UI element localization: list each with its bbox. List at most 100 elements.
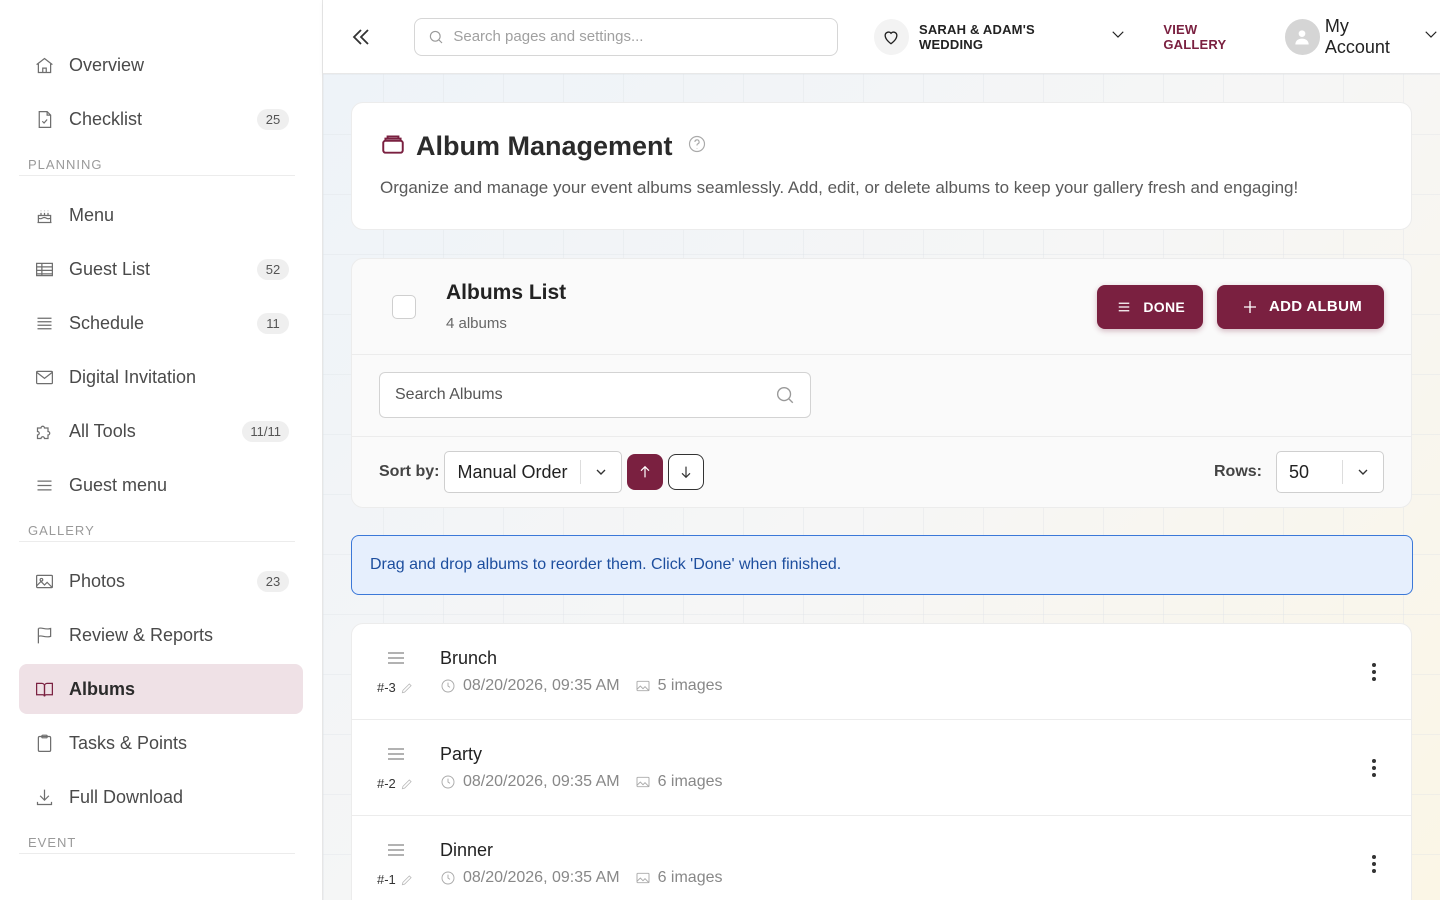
drag-handle-icon[interactable] <box>386 650 406 671</box>
plus-icon <box>1244 300 1257 313</box>
sort-ascending-button[interactable] <box>626 454 663 490</box>
more-options-icon[interactable] <box>1364 852 1384 876</box>
sidebar-item-label: Photos <box>69 570 126 591</box>
sidebar-item-label: Schedule <box>69 312 145 333</box>
download-icon <box>33 786 55 808</box>
sort-descending-button[interactable] <box>667 454 704 490</box>
global-search[interactable] <box>414 17 838 56</box>
sort-label: Sort by: <box>379 463 440 480</box>
page-description: Organize and manage your event albums se… <box>380 178 1299 197</box>
sidebar-item-guest-list[interactable]: Guest List 52 <box>19 244 303 294</box>
sidebar-item-full-download[interactable]: Full Download <box>19 772 303 822</box>
avatar <box>1284 18 1320 55</box>
count-badge: 11 <box>257 312 289 334</box>
more-options-icon[interactable] <box>1364 756 1384 780</box>
album-row[interactable]: #-2 Party 08/20/2026, 09:35 AM 6 images <box>352 720 1411 816</box>
add-album-label: ADD ALBUM <box>1269 298 1362 315</box>
drag-handle-icon[interactable] <box>386 842 406 863</box>
sidebar-item-tasks-points[interactable]: Tasks & Points <box>19 718 303 768</box>
album-search-input[interactable] <box>395 386 774 404</box>
rows-select[interactable]: 50 <box>1276 451 1384 493</box>
add-album-button[interactable]: ADD ALBUM <box>1217 284 1384 329</box>
rows-label: Rows: <box>1214 463 1262 480</box>
sort-select[interactable]: Manual Order <box>444 451 622 493</box>
clipboard-icon <box>33 732 55 754</box>
image-icon <box>636 872 650 884</box>
sidebar-item-review-reports[interactable]: Review & Reports <box>19 610 303 660</box>
album-order: #-3 <box>377 680 414 695</box>
album-image-count: 5 images <box>657 677 723 694</box>
sidebar-item-guest-menu[interactable]: Guest menu <box>19 460 303 510</box>
album-name: Dinner <box>440 840 494 860</box>
collapse-sidebar-button[interactable] <box>341 17 380 57</box>
account-menu[interactable]: My Account <box>1284 15 1440 58</box>
album-order-label: #-2 <box>377 776 396 791</box>
sidebar-item-digital-invitation[interactable]: Digital Invitation <box>19 352 303 402</box>
album-date: 08/20/2026, 09:35 AM <box>463 773 620 790</box>
album-image-count: 6 images <box>657 869 723 886</box>
page-title: Album Management <box>416 131 673 161</box>
album-name: Party <box>440 744 483 764</box>
menu-lines-icon <box>1119 302 1130 311</box>
help-icon[interactable] <box>687 134 707 159</box>
album-row[interactable]: #-3 Brunch 08/20/2026, 09:35 AM 5 images <box>352 624 1411 720</box>
album-count: 4 albums <box>446 315 507 332</box>
sidebar-item-label: Review & Reports <box>69 624 214 645</box>
clock-icon <box>441 871 455 885</box>
cake-icon <box>33 204 55 226</box>
album-order: #-1 <box>377 872 414 887</box>
event-selector[interactable]: SARAH & ADAM'S WEDDING <box>873 18 1128 55</box>
album-name: Brunch <box>440 648 498 668</box>
clock-icon <box>441 679 455 693</box>
album-row[interactable]: #-1 Dinner 08/20/2026, 09:35 AM 6 images <box>352 816 1411 900</box>
sort-value: Manual Order <box>457 461 568 482</box>
chevron-down-icon <box>1343 464 1383 480</box>
topbar: SARAH & ADAM'S WEDDING VIEW GALLERY My A… <box>323 0 1440 74</box>
done-label: DONE <box>1143 298 1186 315</box>
sidebar-item-overview[interactable]: Overview <box>19 40 303 90</box>
clock-icon <box>441 775 455 789</box>
section-label-event: EVENT <box>19 832 295 854</box>
arrow-down-icon <box>681 466 690 479</box>
image-icon <box>636 680 650 692</box>
user-icon <box>1295 29 1309 44</box>
sidebar-item-schedule[interactable]: Schedule 11 <box>19 298 303 348</box>
puzzle-icon <box>33 420 55 442</box>
sidebar-item-label: All Tools <box>69 420 136 441</box>
sidebar-item-menu[interactable]: Menu <box>19 190 303 240</box>
count-badge: 23 <box>257 570 289 592</box>
album-order: #-2 <box>377 776 414 791</box>
page-header-card: Album Management Organize and manage you… <box>351 102 1412 230</box>
event-name: SARAH & ADAM'S WEDDING <box>918 21 1035 52</box>
global-search-input[interactable] <box>453 28 825 45</box>
table-icon <box>33 258 55 280</box>
search-icon <box>776 386 794 404</box>
sidebar: Overview Checklist 25 PLANNING Menu Gues… <box>0 0 323 900</box>
sidebar-item-photos[interactable]: Photos 23 <box>19 556 303 606</box>
select-all-checkbox[interactable] <box>392 294 416 319</box>
album-search[interactable] <box>379 372 811 418</box>
sidebar-item-label: Full Download <box>69 786 184 807</box>
count-badge: 25 <box>257 108 289 130</box>
search-icon <box>430 30 443 43</box>
pencil-icon[interactable] <box>400 873 414 887</box>
sidebar-item-label: Tasks & Points <box>69 732 188 753</box>
arrow-up-icon <box>640 465 649 478</box>
count-badge: 11/11 <box>242 420 289 442</box>
more-options-icon[interactable] <box>1364 660 1384 684</box>
done-button[interactable]: DONE <box>1097 284 1204 329</box>
chevron-down-icon <box>581 464 621 480</box>
sidebar-item-checklist[interactable]: Checklist 25 <box>19 94 303 144</box>
account-label: My Account <box>1324 15 1390 57</box>
sidebar-item-label: Guest menu <box>69 474 168 495</box>
main-content: Album Management Organize and manage you… <box>323 74 1440 900</box>
view-gallery-link[interactable]: VIEW GALLERY <box>1163 22 1262 52</box>
drag-handle-icon[interactable] <box>386 746 406 767</box>
sidebar-item-all-tools[interactable]: All Tools 11/11 <box>19 406 303 456</box>
envelope-icon <box>33 366 55 388</box>
pencil-icon[interactable] <box>400 681 414 695</box>
pencil-icon[interactable] <box>400 777 414 791</box>
album-order-label: #-1 <box>377 872 396 887</box>
sidebar-item-albums[interactable]: Albums <box>19 664 303 714</box>
reorder-info-banner: Drag and drop albums to reorder them. Cl… <box>351 535 1413 595</box>
